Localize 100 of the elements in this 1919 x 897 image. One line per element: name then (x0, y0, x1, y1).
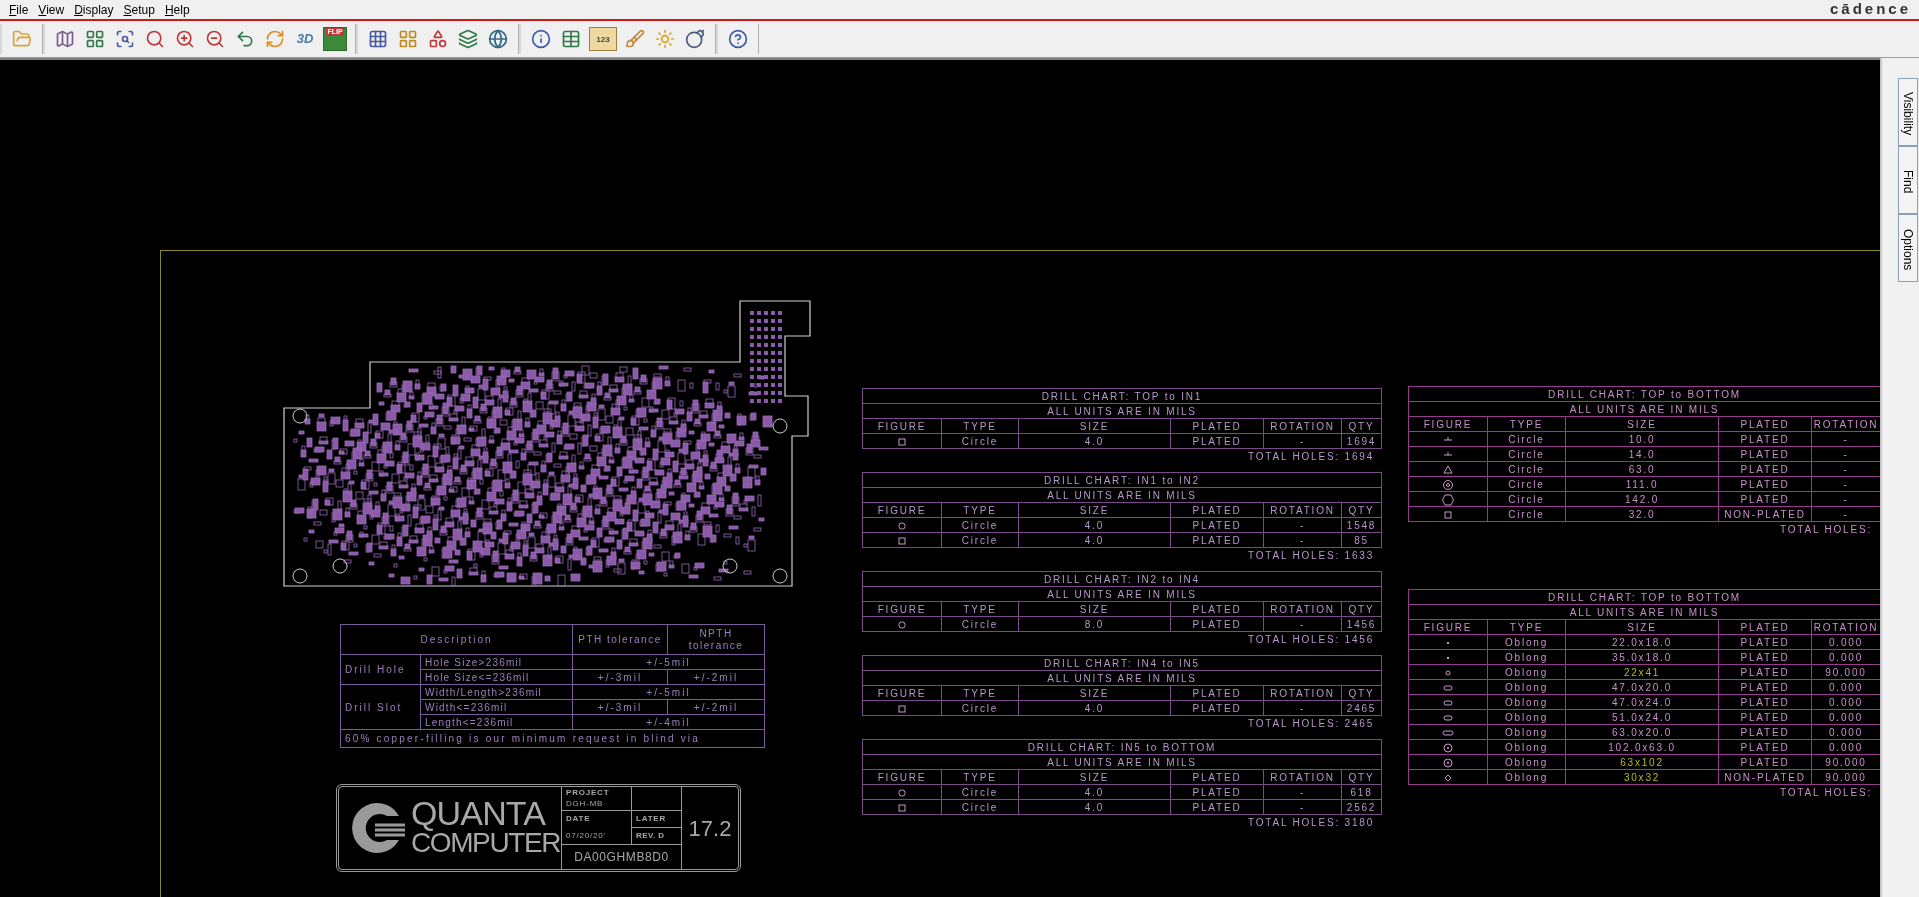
table-header: PTH tolerance (577, 633, 663, 646)
3d-view-button[interactable]: 3D (293, 27, 317, 51)
table-cell-text: 1694 (1346, 435, 1377, 449)
table-cell-text: Circle (1508, 478, 1545, 492)
column-header: SIZE (1627, 621, 1657, 635)
column-header: SIZE (1079, 420, 1110, 434)
bomb-button[interactable] (683, 27, 707, 51)
part-number: DA00GHMB8D0 (574, 849, 669, 866)
table-cell-text: 0.000 (1829, 651, 1863, 665)
drill-figure-icon (1442, 478, 1454, 491)
table-cell-text: 0.000 (1829, 696, 1863, 710)
column-header: QTY (1348, 603, 1375, 617)
table-cell-text: 47.0x24.0 (1611, 696, 1673, 710)
table-cell-text: 0.000 (1829, 681, 1863, 695)
total-holes: TOTAL HOLES: (1780, 523, 1872, 537)
table-cell-text: 1456 (1346, 618, 1377, 632)
table-cell-text: Circle (1508, 463, 1545, 477)
table-cell-text: Circle (1508, 448, 1545, 462)
table-cell-text: 0.000 (1829, 741, 1863, 755)
drill-figure-icon (1442, 741, 1454, 754)
brand-logo: cādence (1829, 0, 1912, 20)
design-canvas[interactable] (0, 58, 1880, 897)
table-cell-text: Circle (961, 519, 999, 533)
column-header: SIZE (1627, 418, 1657, 432)
column-header: PLATED (1192, 771, 1242, 785)
table-cell-text: 30x32 (1623, 771, 1661, 785)
drill-figure-icon (1442, 756, 1454, 769)
table-cell-text: 63.0x20.0 (1611, 726, 1673, 740)
units-note: ALL UNITS ARE IN MILS (1047, 755, 1197, 770)
chart-title: DRILL CHART: IN4 to IN5 (1044, 656, 1200, 671)
table-cell-text: PLATED (1192, 435, 1242, 449)
table-cell-text: Oblong (1504, 711, 1548, 725)
help-button[interactable] (726, 27, 750, 51)
table-cell-text: - (1843, 463, 1849, 477)
menu-item[interactable]: View (33, 0, 70, 19)
table-cell-text: 8.0 (1084, 618, 1105, 632)
table-cell-text: - (1843, 448, 1849, 462)
column-header: FIGURE (877, 504, 927, 518)
measure-button[interactable]: 123 (589, 27, 617, 51)
units-note: ALL UNITS ARE IN MILS (1047, 671, 1197, 686)
menu-item[interactable]: File (4, 0, 34, 19)
table-cell-text: - (1843, 508, 1849, 522)
table-cell-text: Circle (961, 702, 999, 716)
table-cell-text: 111.0 (1625, 478, 1659, 492)
column-header: ROTATION (1270, 603, 1335, 617)
table-cell-text: 2465 (1346, 702, 1377, 716)
layers-icon (458, 29, 478, 49)
layers-button[interactable] (456, 27, 480, 51)
table-cell-text: Length<=236mil (425, 715, 514, 730)
table-cell-text: PLATED (1740, 493, 1790, 507)
table-cell-text: 90.000 (1825, 771, 1867, 785)
status-label: LATER (632, 811, 681, 828)
chart-title: DRILL CHART: IN1 to IN2 (1044, 473, 1200, 488)
side-tab[interactable]: Options (1898, 214, 1918, 282)
table-cell-text: +/-3mil (597, 670, 643, 685)
table-cell-text: Oblong (1504, 741, 1548, 755)
table-cell-text: PLATED (1192, 801, 1242, 815)
menu-item[interactable]: Display (69, 0, 119, 19)
table-cell-text: PLATED (1740, 666, 1790, 680)
units-note: ALL UNITS ARE IN MILS (1047, 488, 1197, 503)
column-header: QTY (1348, 687, 1375, 701)
table-cell-text: - (1843, 433, 1849, 447)
column-header: PLATED (1192, 687, 1242, 701)
column-header: FIGURE (877, 687, 927, 701)
drill-figure-icon (1442, 463, 1454, 476)
side-tab[interactable]: Find (1898, 146, 1918, 214)
drill-figure-icon (896, 786, 908, 799)
info-button[interactable] (529, 27, 553, 51)
table-cell-text: +/-5mil (646, 685, 691, 700)
menu-item[interactable]: Setup (118, 0, 160, 19)
version-number: 17.2 (688, 814, 732, 843)
total-holes: TOTAL HOLES: (1780, 786, 1872, 800)
table-cell-text: Circle (961, 534, 999, 548)
table-cell-text: +/-2mil (693, 700, 739, 715)
column-header: FIGURE (877, 771, 927, 785)
table-cell-text: Hole Size<=236mil (425, 670, 530, 685)
column-header: ROTATION (1813, 621, 1879, 635)
menu-item[interactable]: Help (159, 0, 195, 19)
field-label: PROJECT (566, 787, 611, 798)
table-cell-text: PLATED (1192, 786, 1242, 800)
table-cell-text: PLATED (1740, 726, 1790, 740)
zoom-fit-icon (115, 29, 135, 49)
column-header: QTY (1348, 504, 1375, 518)
table-cell-text: 51.0x24.0 (1611, 711, 1673, 725)
table-cell-text: - (1299, 786, 1306, 800)
column-header: FIGURE (877, 603, 927, 617)
drill-figure-icon (1442, 493, 1454, 506)
table-cell-text: 35.0x18.0 (1611, 651, 1673, 665)
table-cell-text: 4.0 (1084, 786, 1105, 800)
table-cell-text: 85 (1354, 534, 1369, 548)
total-holes: TOTAL HOLES: 1633 (1248, 549, 1374, 563)
table-cell-text: Oblong (1504, 681, 1548, 695)
side-tab[interactable]: Visibility (1898, 78, 1918, 146)
column-header: TYPE (963, 420, 997, 434)
table-cell-text: NON-PLATED (1724, 508, 1806, 522)
units-note: ALL UNITS ARE IN MILS (1047, 404, 1197, 419)
drill-figure-icon (896, 519, 908, 532)
table-cell-text: - (1299, 519, 1306, 533)
globe-button[interactable] (486, 27, 510, 51)
units-note: ALL UNITS ARE IN MILS (1569, 402, 1720, 417)
